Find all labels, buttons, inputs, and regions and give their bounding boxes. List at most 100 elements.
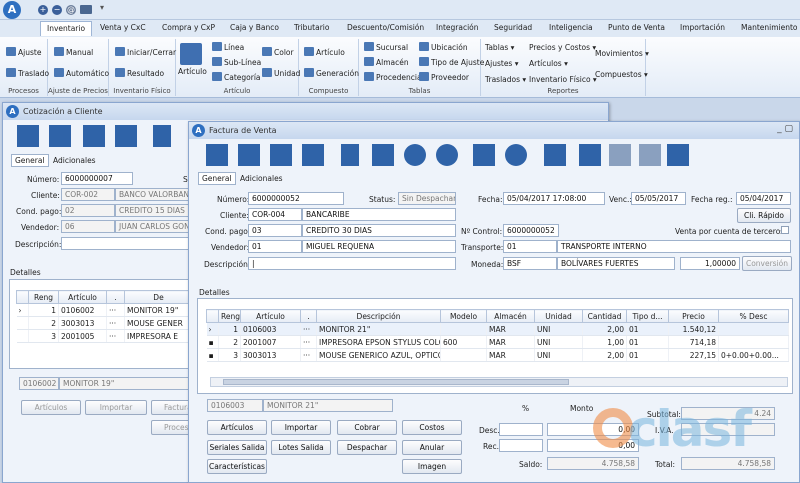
delete-row-icon[interactable] — [579, 144, 601, 166]
cancel-icon[interactable] — [404, 144, 426, 166]
tab-compra-cxp[interactable]: Compra y CxP — [162, 23, 215, 32]
next-icon[interactable] — [83, 125, 105, 147]
tab-punto-venta[interactable]: Punto de Venta — [608, 23, 665, 32]
cell-articulo[interactable]: 3003013 — [240, 348, 301, 362]
costos-button[interactable]: Costos — [402, 420, 462, 435]
cell-almacen[interactable]: MAR — [486, 335, 535, 349]
table-row[interactable]: ▪ 3 3003013 ··· MOUSE GENERICO AZUL, OPTICO.… — [206, 348, 789, 362]
cell-descuento[interactable] — [718, 322, 789, 336]
folder-icon[interactable] — [80, 5, 92, 14]
tab-mantenimiento[interactable]: Mantenimiento — [741, 23, 798, 32]
ribbon-resultado[interactable]: Resultado — [115, 68, 164, 78]
cell-modelo[interactable] — [440, 348, 487, 362]
email-icon[interactable]: @ — [66, 5, 76, 15]
col-header[interactable]: Modelo — [440, 309, 487, 323]
venta-terceros-checkbox[interactable] — [781, 226, 789, 234]
cell-cantidad[interactable]: 2,00 — [582, 322, 627, 336]
ribbon-sucursal[interactable]: Sucursal — [364, 42, 408, 52]
importar-button[interactable]: Importar — [85, 400, 147, 415]
col-header[interactable]: Cantidad — [582, 309, 627, 323]
horizontal-scrollbar[interactable] — [210, 377, 788, 387]
cell-tipo[interactable]: 01 — [626, 322, 669, 336]
lookup-button[interactable]: ··· — [106, 329, 125, 343]
remove-icon[interactable]: − — [52, 5, 62, 15]
ribbon-ubicacion[interactable]: Ubicación — [419, 42, 468, 52]
cell-tipo[interactable]: 01 — [626, 335, 669, 349]
cell-cantidad[interactable]: 2,00 — [582, 348, 627, 362]
col-header[interactable]: Reng — [218, 309, 241, 323]
tab-adicionales[interactable]: Adicionales — [235, 173, 288, 184]
search-icon[interactable] — [436, 144, 458, 166]
col-header[interactable]: De — [124, 290, 193, 304]
ribbon-procedencia[interactable]: Procedencia — [364, 72, 422, 82]
cell-almacen[interactable]: MAR — [486, 348, 535, 362]
anular-button[interactable]: Anular — [402, 440, 462, 455]
ribbon-almacen[interactable]: Almacén — [364, 57, 409, 67]
cliente-code[interactable]: COR-002 — [61, 188, 115, 201]
cell-unidad[interactable]: UNI — [534, 322, 583, 336]
fecha-reg-field[interactable]: 05/04/2017 — [736, 192, 791, 205]
report-articulos[interactable]: Artículos ▾ — [529, 59, 568, 68]
table-row[interactable]: 2 3003013 ··· MOUSE GENER — [16, 316, 193, 330]
cell-cantidad[interactable]: 1,00 — [582, 335, 627, 349]
new-document-icon[interactable] — [341, 144, 359, 166]
cell-descripcion[interactable]: MOUSE GENERICO AZUL, OPTICO... — [316, 348, 441, 362]
col-header[interactable]: . — [300, 309, 317, 323]
previous-icon[interactable] — [238, 144, 260, 166]
ribbon-categoria[interactable]: Categoría — [212, 72, 261, 82]
lookup-button[interactable]: ··· — [106, 303, 125, 317]
importar-button[interactable]: Importar — [271, 420, 331, 435]
customize-dropdown-icon[interactable]: ▾ — [100, 3, 104, 12]
tab-integracion[interactable]: Integración — [436, 23, 479, 32]
table-row[interactable]: › 1 0106002 ··· MONITOR 19" — [16, 303, 193, 317]
descripcion-field[interactable] — [61, 237, 191, 250]
table-row[interactable]: › 1 0106003 ··· MONITOR 21" MAR UNI 2,00 01 1.540… — [206, 322, 789, 336]
app-logo-icon[interactable]: A — [3, 1, 21, 19]
ribbon-manual[interactable]: Manual — [54, 47, 93, 57]
report-compuestos[interactable]: Compuestos ▾ — [595, 70, 648, 79]
first-record-icon[interactable] — [206, 144, 228, 166]
caracteristicas-button[interactable]: Características — [207, 459, 267, 474]
ribbon-tipo-ajuste[interactable]: Tipo de Ajuste — [419, 57, 484, 67]
tab-importacion[interactable]: Importación — [680, 23, 725, 32]
lotes-salida-button[interactable]: Lotes Salida — [271, 440, 331, 455]
cell-precio[interactable]: 714,18 — [668, 335, 719, 349]
ribbon-iniciar-cerrar[interactable]: Iniciar/Cerrar — [115, 47, 176, 57]
col-header[interactable]: Precio — [668, 309, 719, 323]
ribbon-automatico[interactable]: Automático — [54, 68, 109, 78]
numero-field[interactable]: 6000000007 — [61, 172, 133, 185]
cell-modelo[interactable] — [440, 322, 487, 336]
descuento-pct-field[interactable] — [499, 423, 543, 436]
cond-pago-code[interactable]: 03 — [248, 224, 302, 237]
tab-descuento-comision[interactable]: Descuento/Comisión — [347, 23, 424, 32]
tab-inteligencia[interactable]: Inteligencia — [549, 23, 593, 32]
ribbon-generacion[interactable]: Generación — [304, 68, 359, 78]
add-icon[interactable]: + — [38, 5, 48, 15]
report-ajustes[interactable]: Ajustes ▾ — [485, 59, 519, 68]
maximize-icon[interactable]: ▢ — [784, 124, 793, 134]
col-header[interactable]: Reng — [28, 290, 59, 304]
col-header[interactable]: Unidad — [534, 309, 583, 323]
despachar-button[interactable]: Despachar — [337, 440, 397, 455]
cell-unidad[interactable]: UNI — [534, 348, 583, 362]
first-record-icon[interactable] — [17, 125, 39, 147]
ribbon-linea[interactable]: Línea — [212, 42, 244, 52]
col-header[interactable]: Artículo — [58, 290, 107, 304]
print-icon[interactable] — [473, 144, 495, 166]
col-header[interactable]: Tipo d... — [626, 309, 669, 323]
report-precios-costos[interactable]: Precios y Costos ▾ — [529, 43, 596, 52]
report-movimientos[interactable]: Movimientos ▾ — [595, 49, 649, 58]
cell-descuento[interactable] — [718, 335, 789, 349]
attach-icon[interactable] — [639, 144, 661, 166]
cell-precio[interactable]: 227,15 — [668, 348, 719, 362]
new-document-icon[interactable] — [153, 125, 171, 147]
tab-tributario[interactable]: Tributario — [294, 23, 329, 32]
descripcion-field[interactable]: | — [248, 257, 456, 270]
cell-unidad[interactable]: UNI — [534, 335, 583, 349]
cell-tipo[interactable]: 01 — [626, 348, 669, 362]
report-inventario-fisico[interactable]: Inventario Físico ▾ — [529, 75, 597, 84]
tab-venta-cxc[interactable]: Venta y CxC — [100, 23, 146, 32]
ribbon-articulo-big[interactable]: Artículo — [178, 43, 207, 76]
refresh-icon[interactable] — [505, 144, 527, 166]
lookup-button[interactable]: ··· — [300, 322, 317, 336]
